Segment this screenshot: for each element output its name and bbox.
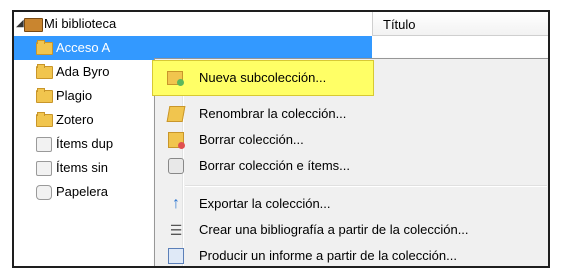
tree-item-label: Ada Byro: [56, 64, 110, 79]
menu-item-export[interactable]: ↑ Exportar la colección...: [157, 191, 548, 217]
tree-item-label: Ítems dup: [56, 136, 114, 151]
menu-item-delete-collection-items[interactable]: Borrar colección e ítems...: [157, 153, 548, 179]
tree-item-acceso[interactable]: Acceso A: [14, 36, 372, 60]
menu-item-label: Exportar la colección...: [199, 196, 331, 211]
expand-arrow-icon[interactable]: ◢: [16, 12, 24, 36]
new-subcollection-icon: [167, 71, 184, 86]
folder-icon: [36, 88, 53, 103]
library-icon: [24, 18, 43, 32]
zotero-window: ◢ Mi biblioteca Acceso A Ada Byro Plagio…: [12, 10, 550, 268]
tree-item-label: Zotero: [56, 112, 94, 127]
menu-item-bibliography[interactable]: ☰ Crear una bibliografía a partir de la …: [157, 217, 548, 243]
tree-item-label: Acceso A: [56, 40, 111, 55]
folder-icon: [36, 112, 53, 127]
delete-collection-icon: [168, 132, 185, 149]
menu-item-label: Producir un informe a partir de la colec…: [199, 248, 457, 263]
menu-item-report[interactable]: Producir un informe a partir de la colec…: [157, 243, 548, 266]
menu-item-label: Nueva subcolección...: [199, 70, 327, 85]
bibliography-icon: ☰: [169, 222, 183, 238]
trash-icon: [36, 185, 52, 200]
tree-item-label: Papelera: [56, 184, 109, 199]
column-title-label: Título: [383, 17, 416, 32]
menu-item-label: Borrar colección...: [199, 132, 304, 147]
rename-icon: [166, 106, 186, 122]
items-column-header[interactable]: Título: [372, 12, 548, 36]
folder-icon: [36, 64, 53, 79]
folder-icon: [36, 40, 53, 55]
export-icon: ↑: [172, 195, 180, 212]
menu-item-delete-collection[interactable]: Borrar colección...: [157, 127, 548, 153]
unfiled-items-icon: [36, 161, 52, 176]
report-icon: [168, 248, 184, 264]
menu-item-label: Borrar colección e ítems...: [199, 158, 350, 173]
menu-item-label: Crear una bibliografía a partir de la co…: [199, 222, 469, 237]
tree-item-label: Plagio: [56, 88, 93, 103]
tree-item-my-library[interactable]: ◢ Mi biblioteca: [14, 12, 372, 37]
menu-item-rename[interactable]: Renombrar la colección...: [157, 101, 548, 127]
menu-item-label: Renombrar la colección...: [199, 106, 347, 121]
tree-item-label: Mi biblioteca: [44, 16, 117, 31]
menu-separator: [185, 185, 547, 187]
delete-items-icon: [168, 158, 184, 174]
menu-item-new-subcollection[interactable]: Nueva subcolección...: [152, 60, 374, 96]
tree-item-label: Ítems sin: [56, 160, 109, 175]
duplicate-items-icon: [36, 137, 52, 152]
